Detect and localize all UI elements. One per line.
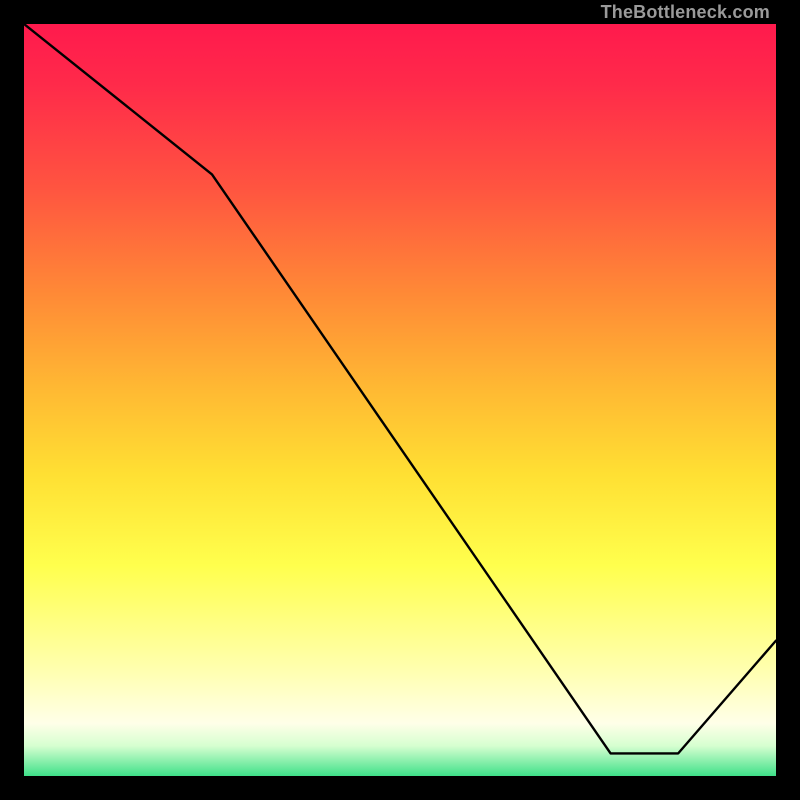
- watermark-text: TheBottleneck.com: [601, 2, 770, 23]
- line-series: [24, 24, 776, 776]
- bottleneck-curve-path: [24, 24, 776, 753]
- plot-area: [24, 24, 776, 776]
- chart-stage: TheBottleneck.com: [0, 0, 800, 800]
